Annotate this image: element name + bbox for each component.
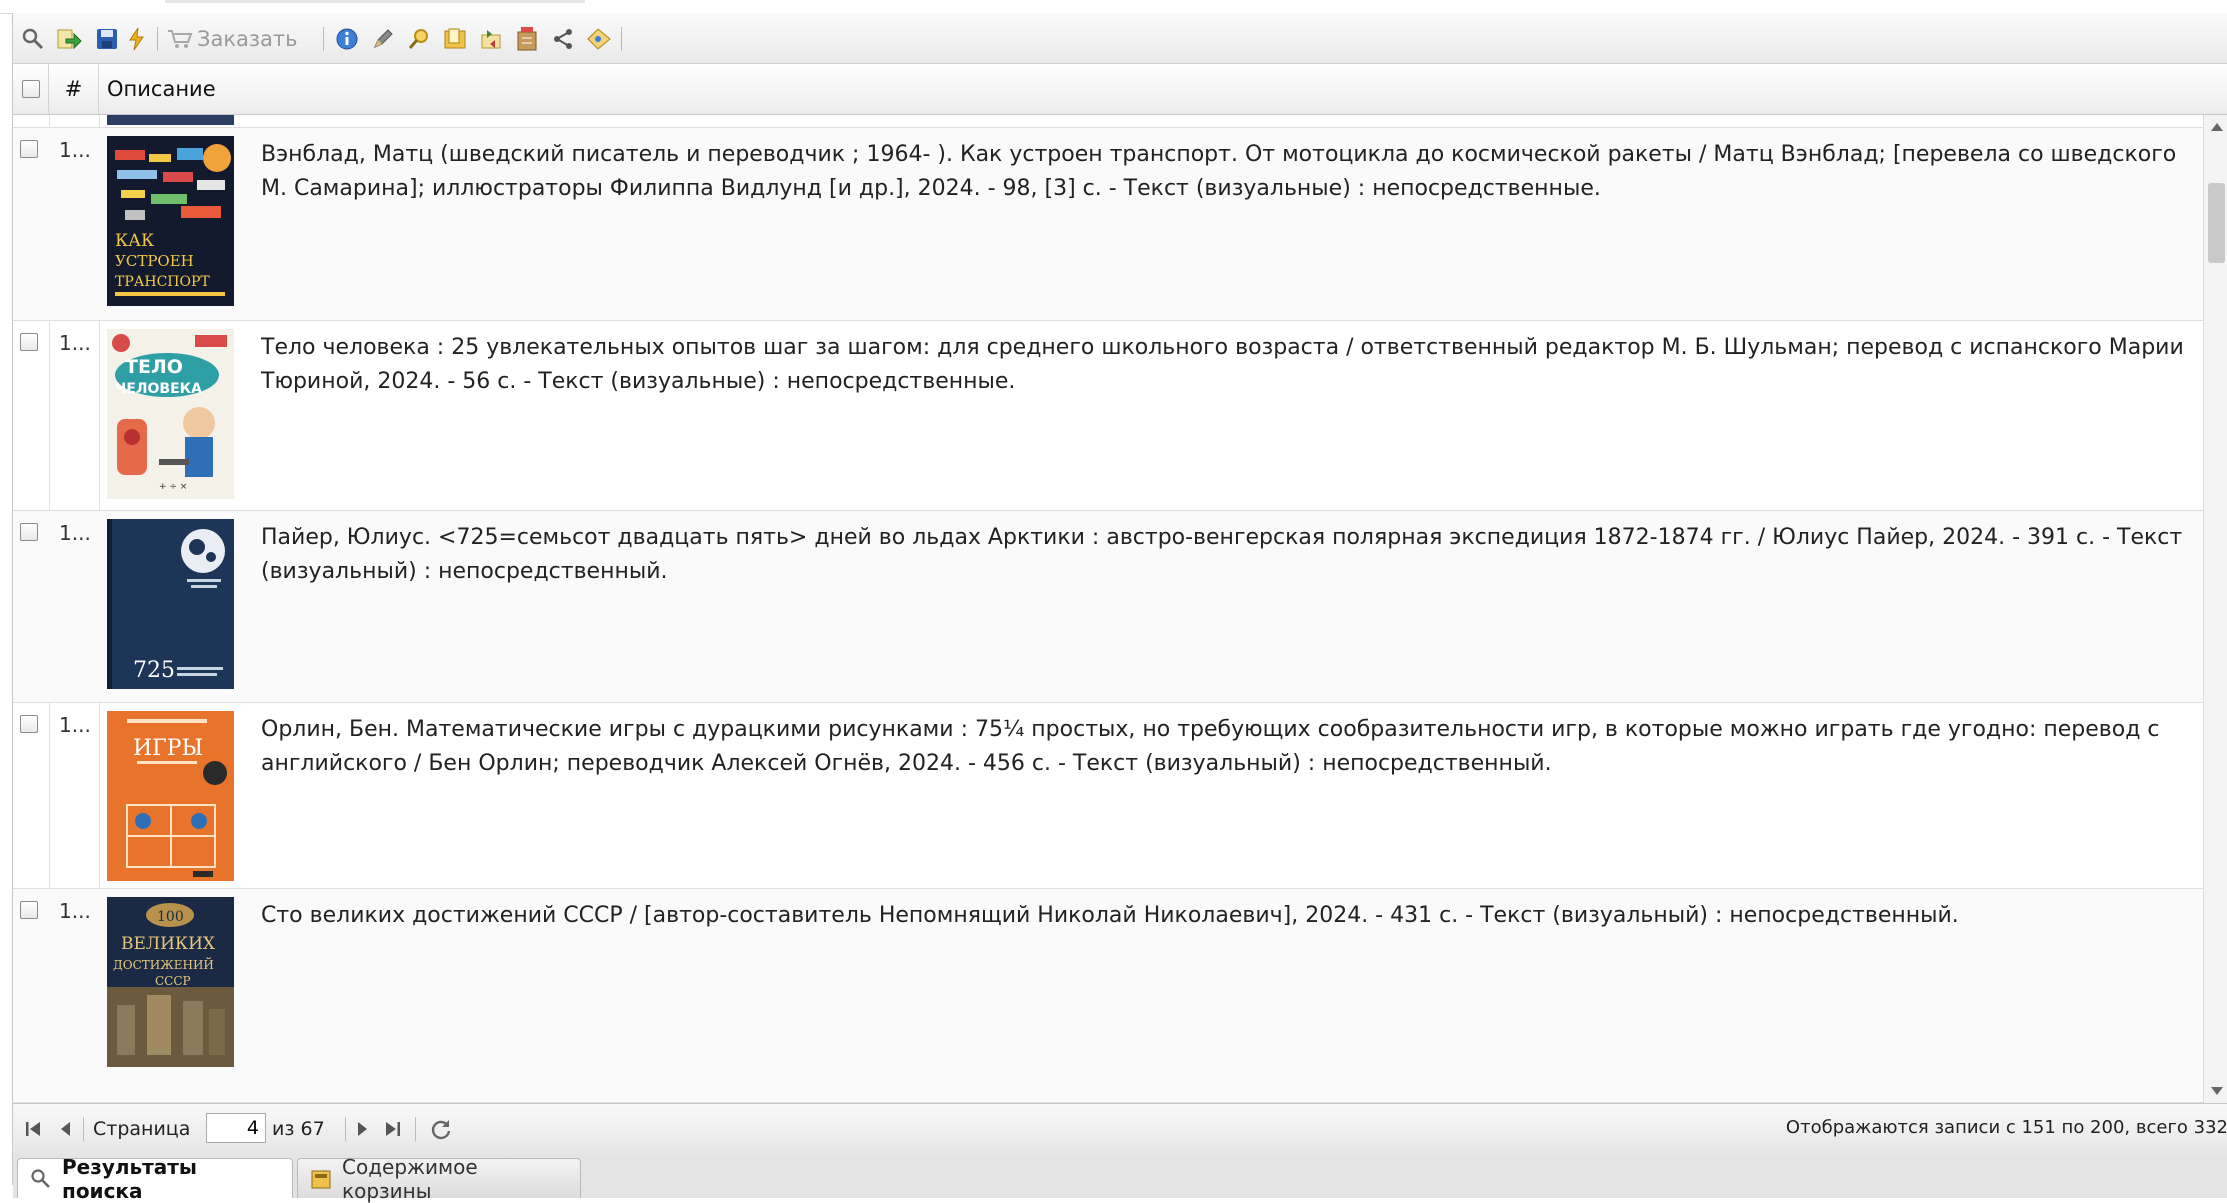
record-description: Тело человека : 25 увлекательных опытов … — [261, 335, 2184, 394]
bottom-tabs: Результаты поиска Содержимое корзины — [13, 1154, 2227, 1203]
row-number: 1... — [59, 331, 91, 355]
info-icon[interactable] — [333, 25, 361, 53]
tab-search-results[interactable]: Результаты поиска — [17, 1155, 293, 1203]
page-label: Страница — [93, 1118, 191, 1140]
lightning-icon[interactable] — [125, 25, 149, 53]
page-number-input[interactable] — [206, 1113, 266, 1143]
page-count-label: из 67 — [272, 1118, 325, 1140]
cover-title-line: КАК — [115, 231, 154, 251]
row-checkbox[interactable] — [20, 523, 38, 541]
cover-title-line: ДОСТИЖЕНИЙ — [113, 956, 214, 972]
order-button[interactable]: Заказать — [167, 25, 327, 53]
row-number: 1... — [59, 138, 91, 162]
records-status: Отображаются записи с 151 по 200, всего … — [1785, 1117, 2227, 1138]
record-description: Сто великих достижений СССР / [автор-сос… — [261, 903, 1959, 928]
book-cover[interactable]: 100 ВЕЛИКИХ ДОСТИЖЕНИЙ СССР — [107, 897, 234, 1067]
table-row[interactable]: 1... ТЕЛО ЧЕЛОВЕКА + ÷ × Тело человека:… — [13, 321, 2203, 511]
last-page-icon[interactable] — [381, 1116, 403, 1142]
table-row[interactable]: 1... КАК УСТРОЕН ТРАНСПОРТ Вэнблад, Матц… — [13, 128, 2203, 321]
svg-text:+ ÷ ×: + ÷ × — [159, 482, 187, 492]
record-description: Пайер, Юлиус. <725=семьсот двадцать пять… — [261, 525, 2183, 584]
select-all-checkbox[interactable] — [21, 80, 40, 98]
toolbar-separator — [157, 27, 158, 51]
cover-title-line: ЧЕЛОВЕКА — [115, 381, 202, 397]
magnifier-icon — [30, 1168, 52, 1190]
tag-icon[interactable] — [585, 25, 613, 53]
toolbar-separator — [621, 27, 622, 51]
book-cover[interactable]: ИГРЫ — [107, 711, 234, 881]
refresh-icon[interactable] — [429, 1116, 453, 1142]
column-header-number[interactable]: # — [49, 64, 99, 114]
row-checkbox[interactable] — [20, 901, 38, 919]
record-description: Орлин, Бен. Математические игры с дурацк… — [261, 717, 2160, 776]
table-row[interactable]: 1... ИГРЫ Орлин, Бен. Математические игр… — [13, 703, 2203, 889]
book-cover[interactable]: ТЕЛО ЧЕЛОВЕКА + ÷ × — [107, 329, 234, 499]
record-description: Вэнблад, Матц (шведский писатель и перев… — [261, 142, 2177, 201]
book-cover-partial — [107, 115, 234, 125]
pager-separator — [345, 1117, 346, 1141]
search-results-panel: Заказать # Описание 1... КАК УСТРОЕН ТРА… — [12, 13, 2227, 1203]
table-row-partial — [13, 115, 2203, 128]
export-icon[interactable] — [55, 25, 83, 53]
results-grid: 1... КАК УСТРОЕН ТРАНСПОРТ Вэнблад, Матц… — [13, 115, 2203, 1103]
scrollbar-thumb[interactable] — [2208, 183, 2225, 263]
tab-label: Содержимое корзины — [342, 1154, 478, 1203]
row-checkbox[interactable] — [20, 333, 38, 351]
pager-separator — [415, 1117, 416, 1141]
cover-title-line: ТЕЛО — [125, 356, 183, 378]
top-tab-ghost — [165, 0, 585, 3]
first-page-icon[interactable] — [23, 1116, 45, 1142]
row-number: 1... — [59, 521, 91, 545]
pen-icon[interactable] — [369, 25, 397, 53]
toolbar-separator — [323, 27, 324, 51]
basket-folder-icon — [310, 1168, 332, 1190]
row-checkbox[interactable] — [20, 140, 38, 158]
toolbar: Заказать — [13, 13, 2227, 64]
cover-title-line: 100 — [157, 909, 184, 925]
cover-title-line: СССР — [155, 974, 191, 988]
cover-title-line: ВЕЛИКИХ — [121, 934, 216, 954]
column-header-description[interactable]: Описание — [99, 64, 2203, 114]
grid-header: # Описание — [13, 64, 2227, 115]
tab-basket-contents[interactable]: Содержимое корзины — [297, 1155, 581, 1203]
row-checkbox[interactable] — [20, 715, 38, 733]
search-icon[interactable] — [19, 25, 47, 53]
pager-separator — [83, 1117, 84, 1141]
cart-icon — [168, 30, 193, 48]
cover-title-line: 725 — [133, 658, 175, 683]
select-all-cell — [13, 64, 49, 114]
transfer-icon[interactable] — [477, 25, 505, 53]
row-number: 1... — [59, 899, 91, 923]
table-row[interactable]: 1... 725 Пайер, Юлиус. <725=семьсот двад… — [13, 511, 2203, 703]
archive-icon[interactable] — [513, 25, 541, 53]
row-number: 1... — [59, 713, 91, 737]
share-icon[interactable] — [549, 25, 577, 53]
table-row[interactable]: 1... 100 ВЕЛИКИХ ДОСТИЖЕНИЙ СССР Сто вел… — [13, 889, 2203, 1103]
top-strip — [0, 0, 2227, 14]
next-page-icon[interactable] — [353, 1116, 371, 1142]
book-cover[interactable]: 725 — [107, 519, 234, 689]
folder-book-icon[interactable] — [441, 25, 469, 53]
book-cover[interactable]: КАК УСТРОЕН ТРАНСПОРТ — [107, 136, 234, 306]
tab-label: Результаты поиска — [62, 1154, 197, 1203]
pagination-bar: Страница из 67 Отображаются записи с 151… — [13, 1103, 2227, 1155]
scroll-down-arrow-icon[interactable] — [2211, 1087, 2223, 1095]
magnifier-folder-icon[interactable] — [405, 25, 433, 53]
cover-title-line: УСТРОЕН — [115, 252, 194, 270]
save-icon[interactable] — [93, 25, 121, 53]
cover-title-line: ТРАНСПОРТ — [115, 274, 210, 290]
cover-title-line: ИГРЫ — [133, 736, 203, 761]
scroll-up-arrow-icon[interactable] — [2211, 123, 2223, 131]
order-button-label: Заказать — [197, 27, 298, 51]
previous-page-icon[interactable] — [57, 1116, 75, 1142]
vertical-scrollbar[interactable] — [2203, 115, 2227, 1103]
